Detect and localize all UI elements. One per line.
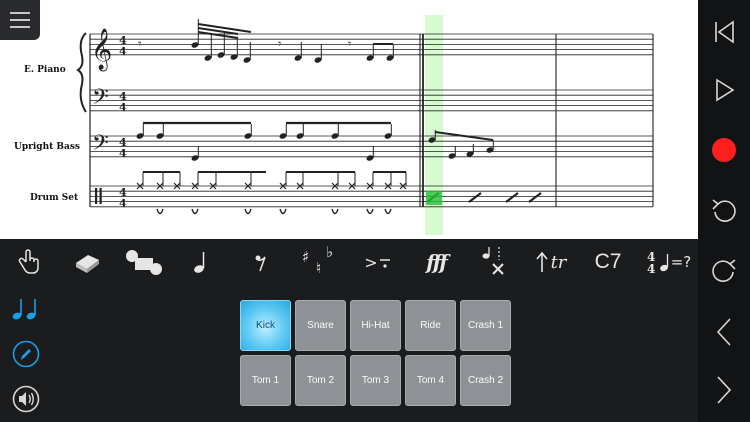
kick-note xyxy=(244,208,252,215)
note-input-button[interactable] xyxy=(188,239,214,285)
svg-text:4: 4 xyxy=(647,262,655,276)
undo-icon xyxy=(712,199,736,222)
drum-pad-crash1[interactable]: Crash 1 xyxy=(460,300,511,351)
selection-tool-button[interactable] xyxy=(123,239,167,285)
rewind-to-start-button[interactable] xyxy=(698,12,750,52)
time-signature-icon: 44 xyxy=(647,250,655,276)
chord-label: C7 xyxy=(594,250,622,273)
play-icon xyxy=(716,78,735,102)
time-signature-bottom: 4 xyxy=(119,197,127,210)
notes-icon xyxy=(12,299,36,320)
drum-pad-ride[interactable]: Ride xyxy=(405,300,456,351)
instrument-label-drums: Drum Set xyxy=(30,193,79,203)
accent-icon: > xyxy=(364,252,378,272)
menu-icon-bar xyxy=(10,12,30,14)
chord-symbol-button[interactable]: C7 xyxy=(588,239,628,285)
rest: 𝄾 xyxy=(138,37,142,52)
notation-toolbar: ♯ ♮ ♭ > fff tr C7 44 =? xyxy=(0,239,698,285)
instrument-label-bass: Upright Bass xyxy=(14,142,81,152)
rewind-to-start-icon xyxy=(715,20,734,44)
accidentals-button[interactable]: ♯ ♮ ♭ xyxy=(294,239,340,285)
drum-pad-tom2[interactable]: Tom 2 xyxy=(295,355,346,406)
quarter-note-icon xyxy=(194,252,205,273)
kick-note xyxy=(331,208,339,215)
sharp-icon: ♯ xyxy=(302,248,310,266)
edit-mode-button[interactable] xyxy=(0,334,52,374)
kick-note xyxy=(191,208,199,215)
time-signature-bottom: 4 xyxy=(119,45,127,58)
next-button[interactable] xyxy=(698,370,750,410)
rest: 𝄾 xyxy=(278,37,281,51)
tie-tuplet-button[interactable] xyxy=(474,239,510,285)
menu-icon-bar xyxy=(10,19,30,21)
hand-pointer-icon xyxy=(18,249,39,274)
eighth-rest-icon xyxy=(255,255,266,272)
score-staves[interactable]: 𝄞𝄢𝄢44444444𝄾 𝄾 𝄾 xyxy=(0,0,698,239)
flat-icon: ♭ xyxy=(326,243,334,261)
rest-input-button[interactable] xyxy=(248,239,274,285)
time-signature-bottom: 4 xyxy=(119,101,127,114)
score-view[interactable]: 𝄞 𝄢 𝄢 4 4 4 4 4 4 4 4 𝄾 𝄾 𝄾 E. Piano Upright Bass Dru… xyxy=(0,0,698,239)
percussion-clef-bar xyxy=(99,188,102,204)
kick-note xyxy=(384,208,392,215)
drum-pad-crash2[interactable]: Crash 2 xyxy=(460,355,511,406)
slash-notation xyxy=(528,192,542,203)
eraser-icon xyxy=(76,255,99,273)
grand-staff-brace xyxy=(76,32,87,113)
sound-button[interactable] xyxy=(0,379,52,419)
dynamic-fff-label: fff xyxy=(426,250,448,274)
record-icon xyxy=(712,138,736,162)
instrument-label-epiano: E. Piano xyxy=(24,65,66,75)
previous-button[interactable] xyxy=(698,312,750,352)
cursor-selection xyxy=(426,191,442,205)
trill-label: tr xyxy=(550,251,567,273)
pencil-icon xyxy=(12,340,40,368)
tempo-question-label: =? xyxy=(670,253,692,271)
chevron-right-icon xyxy=(717,376,732,404)
natural-icon: ♮ xyxy=(316,259,322,277)
redo-icon xyxy=(712,259,736,282)
articulation-button[interactable]: > xyxy=(358,239,398,285)
tenuto-staccato-icon xyxy=(379,259,390,268)
play-button[interactable] xyxy=(698,70,750,110)
speaker-icon xyxy=(12,385,40,413)
percussion-clef-bar xyxy=(95,188,98,204)
transport-sidebar xyxy=(698,0,750,422)
drum-pad-tom4[interactable]: Tom 4 xyxy=(405,355,456,406)
record-button[interactable] xyxy=(698,130,750,170)
selection-shapes-icon xyxy=(126,250,162,275)
menu-icon-bar xyxy=(10,26,30,28)
bass-clef: 𝄢 xyxy=(92,85,109,115)
menu-button[interactable] xyxy=(0,0,40,40)
beam xyxy=(197,23,252,33)
drum-pad-tom1[interactable]: Tom 1 xyxy=(240,355,291,406)
rest: 𝄾 xyxy=(348,37,351,51)
time-tempo-button[interactable]: 44 =? xyxy=(640,239,696,285)
drum-pad-tom3[interactable]: Tom 3 xyxy=(350,355,401,406)
kick-note xyxy=(279,208,287,215)
bass-clef: 𝄢 xyxy=(92,131,109,161)
note-delete-icon xyxy=(482,247,504,275)
hand-tool-button[interactable] xyxy=(14,239,46,285)
eraser-button[interactable] xyxy=(70,239,104,285)
slash-notation xyxy=(468,192,482,203)
arrow-up-icon xyxy=(535,251,548,272)
kick-note xyxy=(156,208,164,215)
kick-note xyxy=(366,208,374,215)
mode-buttons xyxy=(0,285,52,422)
time-signature-bottom: 4 xyxy=(119,147,127,160)
quarter-note-icon xyxy=(659,254,668,272)
redo-button[interactable] xyxy=(698,250,750,290)
drum-pad-kick[interactable]: Kick xyxy=(240,300,291,351)
ornament-button[interactable]: tr xyxy=(530,239,572,285)
drum-pad-snare[interactable]: Snare xyxy=(295,300,346,351)
slash-notation xyxy=(505,192,519,203)
treble-clef: 𝄞 xyxy=(91,28,112,71)
note-mode-button[interactable] xyxy=(0,289,52,329)
drum-pad-hihat[interactable]: Hi-Hat xyxy=(350,300,401,351)
chevron-left-icon xyxy=(716,318,731,346)
undo-button[interactable] xyxy=(698,190,750,230)
dynamics-button[interactable]: fff xyxy=(414,239,458,285)
